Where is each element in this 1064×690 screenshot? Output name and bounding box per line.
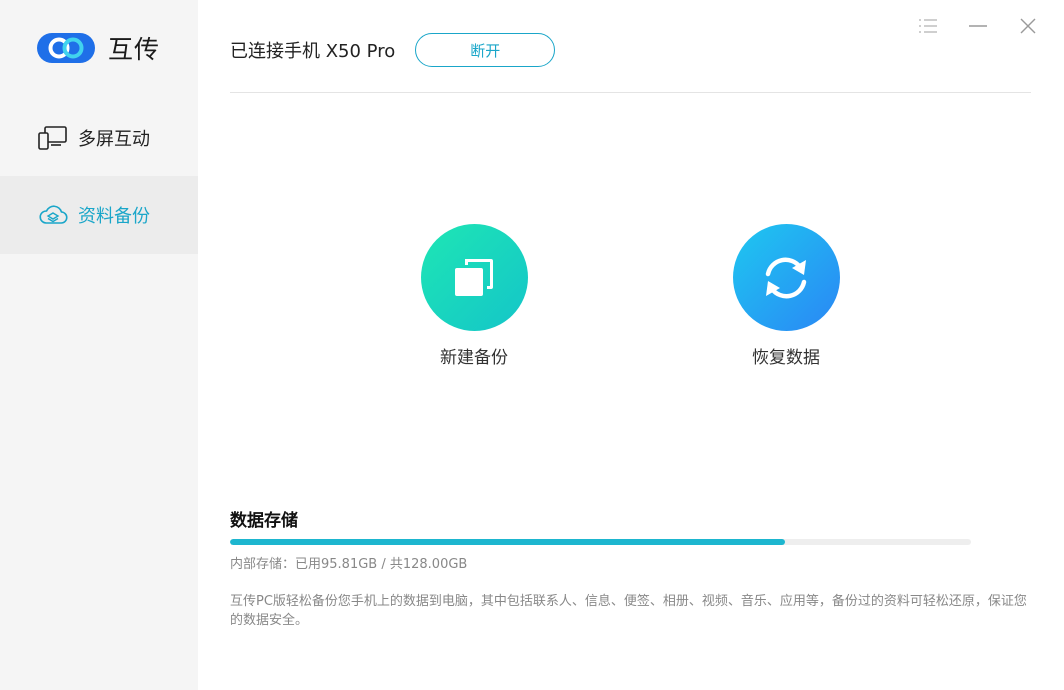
new-backup-label: 新建备份 bbox=[440, 348, 508, 368]
disconnect-button[interactable]: 断开 bbox=[415, 33, 556, 67]
connection-header: 已连接手机 X50 Pro 断开 bbox=[230, 33, 556, 67]
menu-list-icon bbox=[919, 19, 937, 33]
sidebar-item-label: 多屏互动 bbox=[78, 129, 150, 150]
minimize-icon bbox=[969, 25, 987, 27]
cloud-backup-icon bbox=[39, 205, 68, 224]
storage-title: 数据存储 bbox=[230, 511, 298, 531]
sidebar-item-multi-screen[interactable]: 多屏互动 bbox=[0, 99, 198, 177]
copy-icon bbox=[455, 258, 493, 296]
restore-data-button[interactable]: 恢复数据 bbox=[706, 224, 866, 368]
backup-description: 互传PC版轻松备份您手机上的数据到电脑，其中包括联系人、信息、便签、相册、视频、… bbox=[230, 594, 1027, 628]
close-icon bbox=[1020, 18, 1036, 34]
device-status: 已连接手机 X50 Pro bbox=[230, 41, 396, 62]
window-controls bbox=[914, 14, 1042, 38]
storage-progress-bar bbox=[230, 539, 971, 545]
sidebar-item-backup[interactable]: 资料备份 bbox=[0, 176, 198, 254]
new-backup-button[interactable]: 新建备份 bbox=[394, 224, 554, 368]
sidebar-item-label: 资料备份 bbox=[78, 206, 150, 227]
restore-data-label: 恢复数据 bbox=[752, 348, 820, 368]
new-backup-circle[interactable] bbox=[420, 224, 528, 331]
app-logo-icon bbox=[37, 33, 95, 63]
menu-button[interactable] bbox=[914, 14, 942, 38]
minimize-button[interactable] bbox=[964, 14, 992, 38]
storage-info: 内部存储：已用95.81GB / 共128.00GB bbox=[230, 557, 468, 572]
close-button[interactable] bbox=[1014, 14, 1042, 38]
app-logo: 互传 bbox=[37, 30, 160, 66]
sidebar: 互传 多屏互动 资料备份 bbox=[0, 0, 198, 690]
storage-progress-fill bbox=[230, 539, 785, 545]
restore-data-circle[interactable] bbox=[732, 224, 840, 331]
app-title: 互传 bbox=[108, 35, 161, 64]
header-divider bbox=[230, 92, 1031, 93]
refresh-icon bbox=[765, 257, 807, 298]
multi-screen-icon bbox=[38, 126, 67, 150]
